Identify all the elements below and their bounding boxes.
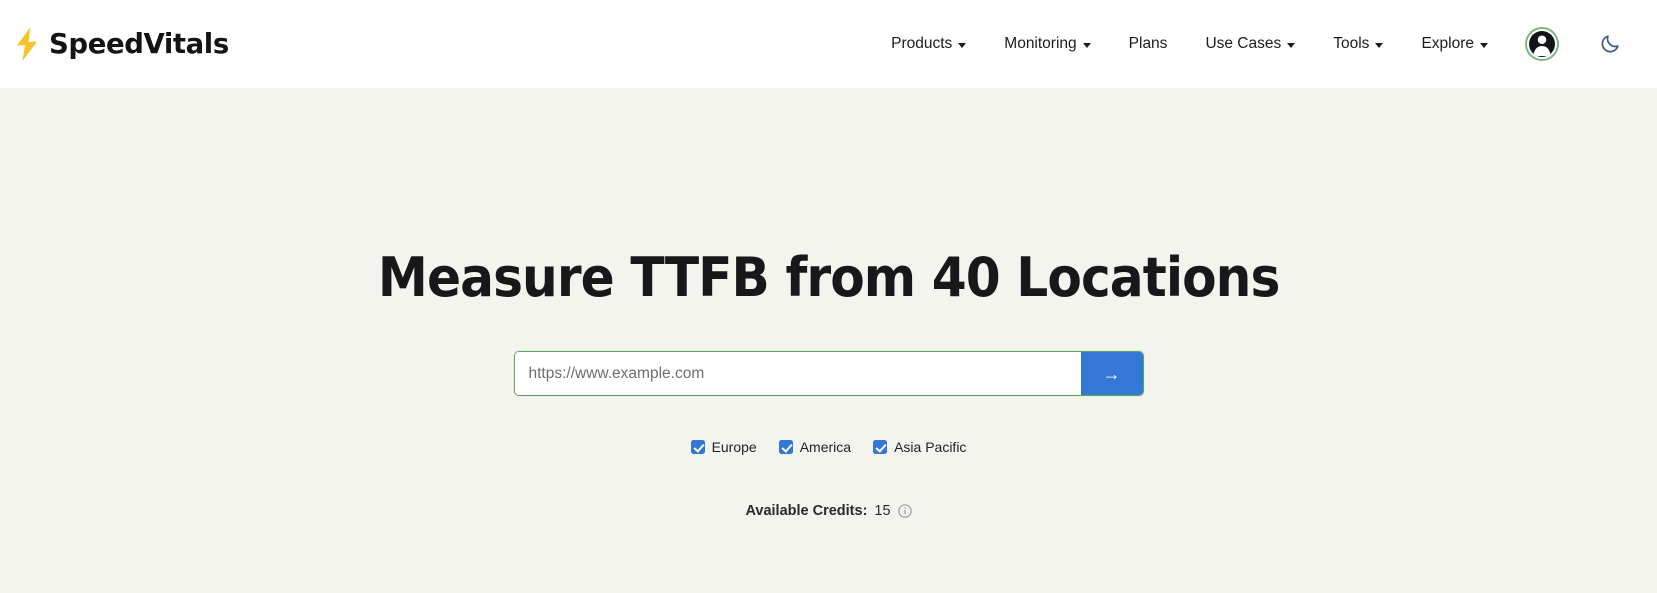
chevron-down-icon [1480, 42, 1488, 48]
submit-test-button[interactable]: → [1080, 352, 1143, 396]
chevron-down-icon [958, 42, 967, 48]
region-label-america: America [799, 439, 852, 456]
page-title: Measure TTFB from 40 Locations [377, 246, 1280, 309]
user-avatar-icon [1529, 31, 1555, 57]
region-label-europe: Europe [711, 439, 757, 456]
credits-label: Available Credits: [745, 503, 868, 520]
account-avatar-button[interactable] [1525, 27, 1559, 61]
region-checkbox-group: Europe America Asia Pacific [690, 439, 966, 456]
url-input[interactable] [514, 352, 1081, 396]
region-option-america[interactable]: America [778, 439, 852, 456]
nav-label-explore: Explore [1421, 35, 1474, 53]
nav-item-use-cases[interactable]: Use Cases [1186, 26, 1314, 62]
nav-item-tools[interactable]: Tools [1314, 26, 1402, 62]
region-checkbox-europe[interactable] [690, 440, 705, 455]
chevron-down-icon [1287, 42, 1296, 48]
chevron-down-icon [1375, 42, 1384, 48]
brand-name: SpeedVitals [49, 28, 229, 60]
region-option-asia-pacific[interactable]: Asia Pacific [873, 439, 966, 455]
lightning-bolt-icon [14, 27, 40, 61]
info-circle-icon[interactable] [897, 504, 912, 519]
dark-mode-toggle-button[interactable] [1597, 31, 1623, 57]
nav-item-monitoring[interactable]: Monitoring [985, 26, 1109, 62]
nav-item-products[interactable]: Products [872, 26, 985, 62]
hero-section: Measure TTFB from 40 Locations → Europe … [0, 88, 1657, 593]
ttfb-test-form: → [513, 351, 1144, 397]
nav-label-use-cases: Use Cases [1205, 35, 1282, 53]
region-checkbox-america[interactable] [778, 440, 793, 455]
nav-item-explore[interactable]: Explore [1402, 26, 1507, 62]
site-header: SpeedVitals Products Monitoring Plans Us… [0, 0, 1657, 88]
main-navigation: Products Monitoring Plans Use Cases Tool… [872, 26, 1623, 62]
region-label-asia-pacific: Asia Pacific [894, 439, 967, 456]
chevron-down-icon [1082, 42, 1091, 48]
nav-label-products: Products [891, 35, 953, 53]
credits-value: 15 [874, 503, 891, 520]
available-credits: Available Credits: 15 [745, 503, 912, 520]
region-option-europe[interactable]: Europe [690, 439, 757, 456]
nav-label-tools: Tools [1333, 35, 1370, 53]
nav-label-monitoring: Monitoring [1004, 35, 1077, 53]
moon-icon [1599, 33, 1621, 55]
nav-label-plans: Plans [1128, 35, 1168, 53]
region-checkbox-asia-pacific[interactable] [873, 440, 888, 455]
nav-item-plans[interactable]: Plans [1110, 26, 1187, 62]
brand-logo-link[interactable]: SpeedVitals [14, 27, 229, 61]
arrow-right-icon: → [1102, 363, 1121, 384]
